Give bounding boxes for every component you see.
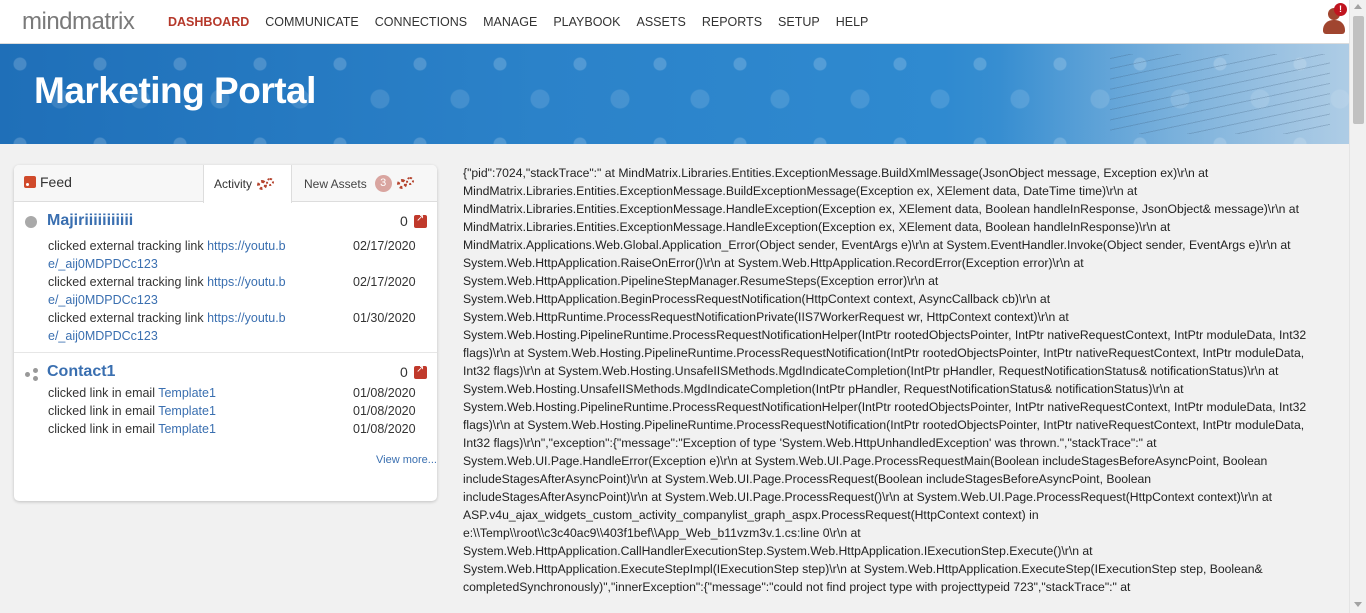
activity-text: clicked link in email Template1 [48,402,308,420]
external-link-icon[interactable] [414,213,427,228]
activity-count: 0 [400,213,408,229]
nav-dashboard[interactable]: DASHBOARD [168,15,249,29]
gears-icon[interactable] [257,177,275,191]
nav-communicate[interactable]: COMMUNICATE [265,15,359,29]
activity-description: clicked link in email [48,404,159,418]
nav-help[interactable]: HELP [836,15,869,29]
activity-description: clicked link in email [48,386,159,400]
tab-new-assets-label: New Assets [304,176,367,191]
alert-badge: ! [1334,3,1347,16]
activity-description: clicked link in email [48,422,159,436]
tracking-link-cont[interactable]: e/_aij0MDPDCc123 [48,293,158,307]
feed-card: Feed Activity New Assets 3 Majiriiiiiiii… [14,165,437,501]
activity-count: 0 [400,364,408,380]
view-more-link[interactable]: View more... [376,454,437,466]
share-icon [25,368,38,381]
tracking-link-cont[interactable]: e/_aij0MDPDCc123 [48,257,158,271]
hero-banner: Marketing Portal [0,44,1349,144]
mindmatrix-logo[interactable]: mindmatrix [22,8,135,36]
feed-title: Feed [24,174,72,190]
feed-card-header: Feed Activity New Assets 3 [14,165,437,203]
tracking-link-cont[interactable]: e/_aij0MDPDCc123 [48,329,158,343]
activity-text: clicked external tracking link https://y… [48,309,308,345]
nav-reports[interactable]: REPORTS [702,15,762,29]
email-template-link[interactable]: Template1 [158,422,216,436]
activity-date: 01/08/2020 [353,386,416,400]
scroll-up-arrow[interactable] [1354,4,1362,9]
nav-manage[interactable]: MANAGE [483,15,537,29]
page-title: Marketing Portal [34,70,316,111]
scroll-down-arrow[interactable] [1354,602,1362,607]
new-assets-count-badge: 3 [374,175,392,192]
feed-title-label: Feed [40,174,72,190]
tab-activity-label: Activity [214,177,253,191]
feed-item: Contact1 0 clicked link in email Templat… [14,354,437,444]
contact-name-link[interactable]: Contact1 [47,363,115,381]
tracking-link[interactable]: https://youtu.b [207,311,286,325]
tab-new-assets[interactable]: New Assets 3 [294,165,437,202]
email-template-link[interactable]: Template1 [158,404,216,418]
tracking-link[interactable]: https://youtu.b [207,239,286,253]
activity-text: clicked link in email Template1 [48,384,308,402]
gears-icon[interactable] [396,177,414,190]
activity-text: clicked external tracking link https://y… [48,237,308,273]
tracking-link[interactable]: https://youtu.b [207,275,286,289]
scrollbar-thumb[interactable] [1353,16,1364,124]
vertical-scrollbar[interactable] [1349,0,1366,613]
nav-connections[interactable]: CONNECTIONS [375,15,467,29]
feed-item: Majiriiiiiiiiiii 0 clicked external trac… [14,203,437,353]
activity-date: 01/08/2020 [353,422,416,436]
activity-description: clicked external tracking link [48,239,208,253]
error-stack-trace: {"pid":7024,"stackTrace":" at MindMatrix… [463,166,1307,594]
user-body-shape [1323,20,1345,34]
activity-description: clicked external tracking link [48,311,208,325]
activity-date: 02/17/2020 [353,275,416,289]
nav-assets[interactable]: ASSETS [637,15,686,29]
activity-date: 02/17/2020 [353,239,416,253]
contact-name-link[interactable]: Majiriiiiiiiiiii [47,212,133,230]
external-link-icon[interactable] [414,364,427,379]
top-nav-bar: mindmatrix DASHBOARD COMMUNICATE CONNECT… [0,0,1349,44]
nav-setup[interactable]: SETUP [778,15,820,29]
tab-activity[interactable]: Activity [203,165,292,203]
rss-icon [24,176,36,188]
activity-date: 01/30/2020 [353,311,416,325]
status-dot-icon [25,216,37,228]
email-template-link[interactable]: Template1 [158,386,216,400]
user-menu-icon[interactable]: ! [1322,3,1347,34]
main-nav: DASHBOARD COMMUNICATE CONNECTIONS MANAGE… [160,0,876,44]
activity-text: clicked link in email Template1 [48,420,308,438]
activity-date: 01/08/2020 [353,404,416,418]
activity-description: clicked external tracking link [48,275,208,289]
activity-text: clicked external tracking link https://y… [48,273,308,309]
nav-playbook[interactable]: PLAYBOOK [553,15,620,29]
banner-lines [1110,54,1330,134]
